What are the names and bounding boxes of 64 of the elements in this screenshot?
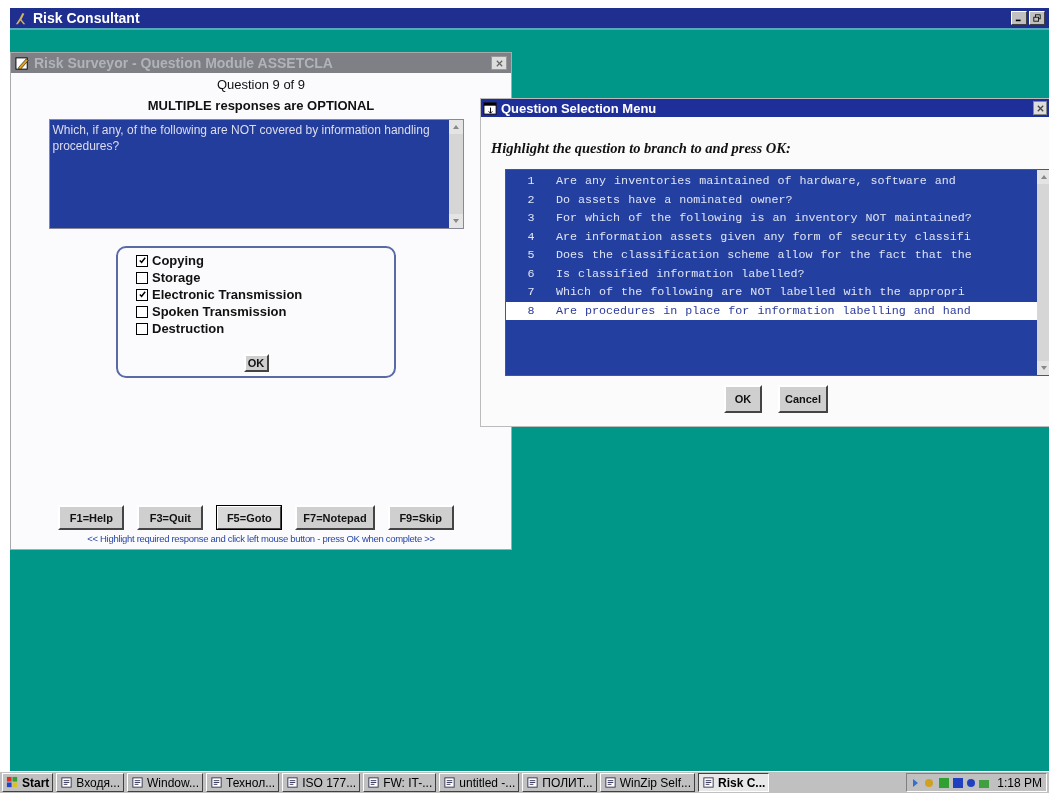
ok-button[interactable]: OK <box>243 354 269 372</box>
close-button[interactable] <box>491 56 507 70</box>
scrollbar[interactable] <box>448 120 463 228</box>
checkmark-icon <box>137 256 147 265</box>
app-title: Risk Consultant <box>33 10 141 26</box>
checkmark-icon <box>137 290 147 299</box>
option-checkbox[interactable]: Electronic Transmission <box>136 286 303 303</box>
option-checkbox[interactable]: Destruction <box>136 320 225 337</box>
taskbar-button[interactable]: Window... <box>127 773 204 792</box>
taskbar-button[interactable]: untitled -... <box>439 773 520 792</box>
question-list-item[interactable]: 2 Do assets have a nominated owner? <box>506 190 1037 209</box>
option-checkbox[interactable]: Storage <box>136 269 201 286</box>
document-icon <box>367 776 381 789</box>
document-icon <box>702 776 715 789</box>
pencil-icon <box>15 55 30 71</box>
function-key-button[interactable]: F1=Help <box>58 505 125 530</box>
question-list-item[interactable]: 3 For which of the following is an inventory NOT maintained? <box>506 209 1037 228</box>
instruction-text: MULTIPLE responses are OPTIONAL <box>147 98 375 113</box>
question-list-item[interactable]: 6 Is classified information labelled? <box>506 264 1037 283</box>
option-checkbox[interactable]: Spoken Transmission <box>136 303 287 320</box>
taskbar-button[interactable]: ПОЛИТ... <box>522 773 597 792</box>
function-key-button[interactable]: F7=Notepad <box>295 505 375 530</box>
close-icon <box>1035 103 1045 113</box>
restore-icon <box>1033 14 1041 22</box>
window-title: Question Selection Menu <box>501 100 658 116</box>
taskbar-button[interactable]: Risk C... <box>698 773 770 792</box>
window-icon <box>483 100 498 116</box>
document-icon <box>131 776 144 789</box>
scroll-up-icon[interactable] <box>448 120 463 134</box>
taskbar-button[interactable]: WinZip Self... <box>599 773 695 792</box>
taskbar-button[interactable]: ISO 177... <box>282 773 361 792</box>
document-icon <box>526 776 540 789</box>
minimize-button[interactable] <box>1011 11 1027 25</box>
scroll-down-icon[interactable] <box>448 214 463 228</box>
question-list-item[interactable]: 4 Are information assets given any form of security classifi <box>506 227 1037 246</box>
question-counter: Question 9 of 9 <box>216 77 306 92</box>
option-checkbox[interactable]: Copying <box>136 252 204 269</box>
close-button[interactable] <box>1033 101 1047 115</box>
document-icon <box>286 776 300 789</box>
document-icon <box>60 776 74 789</box>
restore-button[interactable] <box>1029 11 1045 25</box>
clock: 1:18 PM <box>997 775 1042 790</box>
taskbar-button[interactable]: Входя... <box>56 773 124 792</box>
document-icon <box>603 776 617 789</box>
function-key-button[interactable]: F9=Skip <box>387 505 454 530</box>
question-list-item[interactable]: 1 Are any inventories maintained of hardware, software and <box>506 172 1037 191</box>
taskbar-button[interactable]: Технол... <box>206 773 280 792</box>
question-list-item[interactable]: 5 Does the classification scheme allow for the fact that the <box>506 246 1037 265</box>
document-icon <box>210 776 224 789</box>
dialog-button[interactable]: OK <box>723 385 762 413</box>
question-list-item[interactable]: 8 Are procedures in place for information labelling and hand <box>506 301 1037 320</box>
question-text: Which, if any, of the following are NOT covered by information handling procedures? <box>51 122 431 155</box>
function-key-button[interactable]: F3=Quit <box>137 505 204 530</box>
hint-text: << Highlight required response and click left mouse button - press OK when complete >> <box>87 533 435 544</box>
prompt-text: Highlight the question to branch to and press OK: <box>491 140 792 157</box>
taskbar-button[interactable]: FW: IT-... <box>363 773 437 792</box>
question-list-item[interactable]: 7 Which of the following are NOT labelled with the appropri <box>506 283 1037 302</box>
windows-logo-icon <box>6 776 19 789</box>
document-icon <box>443 776 457 789</box>
tray-icons[interactable] <box>911 775 992 790</box>
function-key-button[interactable]: F5=Goto <box>216 505 283 530</box>
dialog-button[interactable]: Cancel <box>777 385 829 413</box>
close-icon <box>494 58 504 68</box>
start-button[interactable]: Start <box>2 773 54 792</box>
